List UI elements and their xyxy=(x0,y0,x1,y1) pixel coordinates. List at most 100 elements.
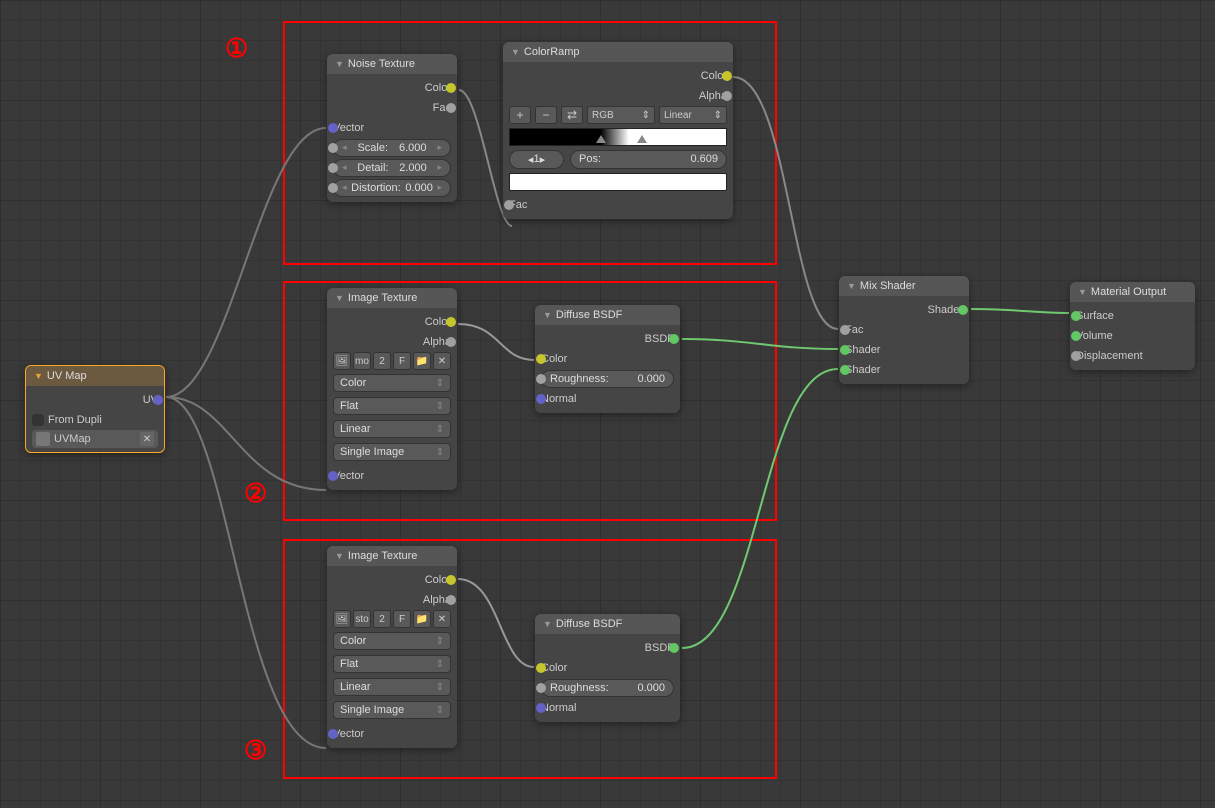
input-volume: Volume xyxy=(1076,330,1113,342)
image-selector-row: 🖼 mo 2 F 📁 ✕ xyxy=(333,352,451,370)
socket-in-roughness[interactable] xyxy=(536,683,546,693)
node-diffuse-bsdf-2[interactable]: ▼Diffuse BSDF BSDF Color Roughness:0.000… xyxy=(535,614,680,722)
image-unlink-icon[interactable]: ✕ xyxy=(433,352,451,370)
color-ramp-gradient[interactable] xyxy=(509,128,727,146)
node-header[interactable]: ▼Diffuse BSDF xyxy=(535,305,680,325)
node-header[interactable]: ▼Material Output xyxy=(1070,282,1195,302)
node-image-texture-1[interactable]: ▼Image Texture Color Alpha 🖼 mo 2 F 📁 ✕ … xyxy=(327,288,457,490)
socket-in-shader2[interactable] xyxy=(840,365,850,375)
roughness-field[interactable]: Roughness:0.000 xyxy=(541,679,674,697)
source-select[interactable]: Single Image xyxy=(333,701,451,719)
socket-in-vector[interactable] xyxy=(328,471,338,481)
scale-field[interactable]: ◂Scale:6.000▸ xyxy=(333,139,451,157)
image-open-icon[interactable]: 📁 xyxy=(413,352,431,370)
socket-out-color[interactable] xyxy=(446,575,456,585)
ramp-mode: RGB xyxy=(592,110,614,121)
socket-in-shader1[interactable] xyxy=(840,345,850,355)
detail-field[interactable]: ◂Detail:2.000▸ xyxy=(333,159,451,177)
socket-out-bsdf[interactable] xyxy=(669,334,679,344)
projection-select[interactable]: Flat xyxy=(333,655,451,673)
colorspace-label: Color xyxy=(340,377,366,389)
ramp-stop-0[interactable] xyxy=(596,135,606,147)
socket-out-bsdf[interactable] xyxy=(669,643,679,653)
colorspace-select[interactable]: Color xyxy=(333,632,451,650)
socket-out-fac[interactable] xyxy=(446,103,456,113)
image-name-field[interactable]: sto xyxy=(353,610,371,628)
socket-in-detail[interactable] xyxy=(328,163,338,173)
socket-out-alpha[interactable] xyxy=(446,595,456,605)
socket-in-volume[interactable] xyxy=(1071,331,1081,341)
interp-label: Linear xyxy=(340,681,371,693)
uvmap-name: UVMap xyxy=(54,433,136,445)
socket-in-distortion[interactable] xyxy=(328,183,338,193)
node-noise-texture[interactable]: ▼Noise Texture Color Fac Vector ◂Scale:6… xyxy=(327,54,457,202)
ramp-mode-select[interactable]: RGB⇕ xyxy=(587,106,655,124)
ramp-stop-1[interactable] xyxy=(637,135,647,147)
ramp-color-swatch[interactable] xyxy=(509,173,727,191)
socket-in-fac[interactable] xyxy=(504,200,514,210)
socket-in-color[interactable] xyxy=(536,354,546,364)
image-fake-user[interactable]: F xyxy=(393,352,411,370)
image-browse-icon[interactable]: 🖼 xyxy=(333,610,351,628)
ramp-interp-select[interactable]: Linear⇕ xyxy=(659,106,727,124)
node-header[interactable]: ▼Mix Shader xyxy=(839,276,969,296)
socket-out-alpha[interactable] xyxy=(722,91,732,101)
socket-in-roughness[interactable] xyxy=(536,374,546,384)
socket-in-normal[interactable] xyxy=(536,394,546,404)
image-unlink-icon[interactable]: ✕ xyxy=(433,610,451,628)
image-fake-user[interactable]: F xyxy=(393,610,411,628)
colorspace-select[interactable]: Color xyxy=(333,374,451,392)
node-header[interactable]: ▼UV Map xyxy=(26,366,164,386)
interp-select[interactable]: Linear xyxy=(333,420,451,438)
clear-icon[interactable]: ✕ xyxy=(140,432,154,446)
uvmap-selector[interactable]: UVMap ✕ xyxy=(32,430,158,448)
node-mix-shader[interactable]: ▼Mix Shader Shader Fac Shader Shader xyxy=(839,276,969,384)
pos-value: 0.609 xyxy=(690,153,718,166)
ramp-pos-field[interactable]: Pos:0.609 xyxy=(570,150,727,169)
image-open-icon[interactable]: 📁 xyxy=(413,610,431,628)
node-header[interactable]: ▼Image Texture xyxy=(327,288,457,308)
source-select[interactable]: Single Image xyxy=(333,443,451,461)
socket-in-vector[interactable] xyxy=(328,729,338,739)
interp-select[interactable]: Linear xyxy=(333,678,451,696)
from-dupli-checkbox[interactable] xyxy=(32,414,44,426)
distortion-field[interactable]: ◂Distortion:0.000▸ xyxy=(333,179,451,197)
image-users[interactable]: 2 xyxy=(373,352,391,370)
socket-in-vector[interactable] xyxy=(328,123,338,133)
image-users[interactable]: 2 xyxy=(373,610,391,628)
annotation-number-1: ① xyxy=(225,33,248,64)
socket-out-shader[interactable] xyxy=(958,305,968,315)
socket-out-color[interactable] xyxy=(446,83,456,93)
node-diffuse-bsdf-1[interactable]: ▼Diffuse BSDF BSDF Color Roughness:0.000… xyxy=(535,305,680,413)
node-color-ramp[interactable]: ▼ColorRamp Color Alpha + − ⇄ RGB⇕ Linear… xyxy=(503,42,733,219)
node-header[interactable]: ▼Diffuse BSDF xyxy=(535,614,680,634)
image-name-field[interactable]: mo xyxy=(353,352,371,370)
node-material-output[interactable]: ▼Material Output Surface Volume Displace… xyxy=(1070,282,1195,370)
ramp-remove-button[interactable]: − xyxy=(535,106,557,124)
socket-in-scale[interactable] xyxy=(328,143,338,153)
image-browse-icon[interactable]: 🖼 xyxy=(333,352,351,370)
node-header[interactable]: ▼Image Texture xyxy=(327,546,457,566)
node-header[interactable]: ▼Noise Texture xyxy=(327,54,457,74)
node-image-texture-2[interactable]: ▼Image Texture Color Alpha 🖼 sto 2 F 📁 ✕… xyxy=(327,546,457,748)
socket-out-color[interactable] xyxy=(446,317,456,327)
node-uv-map[interactable]: ▼UV Map UV From Dupli UVMap ✕ xyxy=(25,365,165,453)
roughness-field[interactable]: Roughness:0.000 xyxy=(541,370,674,388)
socket-out-alpha[interactable] xyxy=(446,337,456,347)
node-header[interactable]: ▼ColorRamp xyxy=(503,42,733,62)
socket-out-color[interactable] xyxy=(722,71,732,81)
ramp-index-field[interactable]: ◂1▸ xyxy=(509,150,564,169)
socket-in-displacement[interactable] xyxy=(1071,351,1081,361)
annotation-number-3: ③ xyxy=(244,735,267,766)
node-title: Noise Texture xyxy=(348,58,415,70)
ramp-add-button[interactable]: + xyxy=(509,106,531,124)
projection-label: Flat xyxy=(340,400,358,412)
socket-in-normal[interactable] xyxy=(536,703,546,713)
ramp-flip-button[interactable]: ⇄ xyxy=(561,106,583,124)
socket-in-fac[interactable] xyxy=(840,325,850,335)
socket-in-surface[interactable] xyxy=(1071,311,1081,321)
socket-in-color[interactable] xyxy=(536,663,546,673)
socket-out-uv[interactable] xyxy=(153,395,163,405)
projection-select[interactable]: Flat xyxy=(333,397,451,415)
node-title: Diffuse BSDF xyxy=(556,618,622,630)
